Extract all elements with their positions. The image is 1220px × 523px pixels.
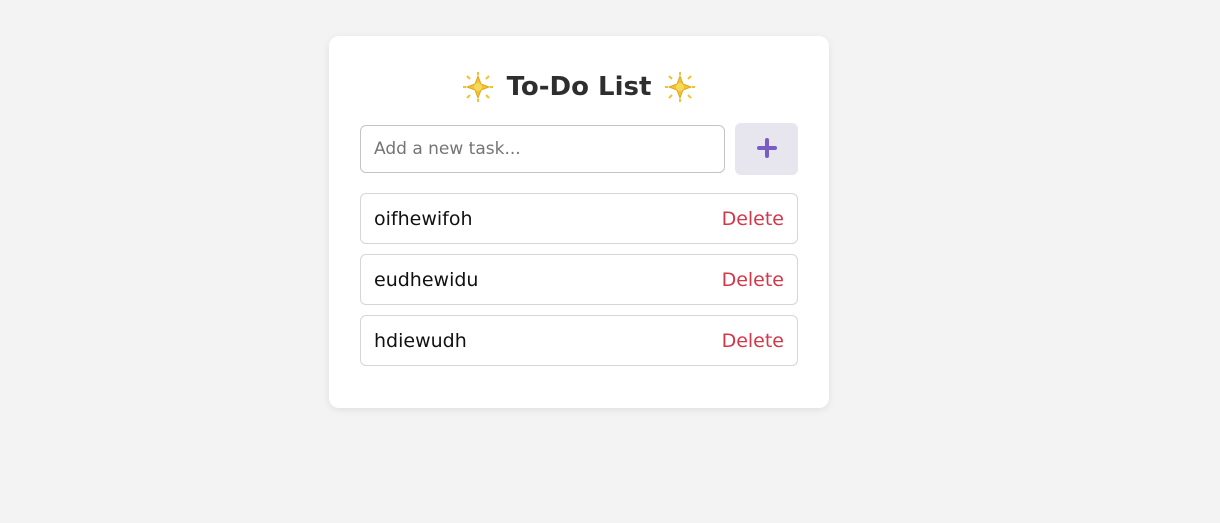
add-task-button[interactable] bbox=[735, 123, 798, 175]
page-title: To-Do List bbox=[506, 72, 652, 102]
task-text: eudhewidu bbox=[374, 268, 479, 291]
task-list: oifhewifoh Delete eudhewidu Delete hdiew… bbox=[360, 193, 798, 366]
new-task-row bbox=[360, 123, 798, 175]
list-item: oifhewifoh Delete bbox=[360, 193, 798, 244]
todo-card: To-Do List Add a new task... oifhewifoh … bbox=[329, 36, 829, 408]
task-text: hdiewudh bbox=[374, 329, 467, 352]
delete-task-button[interactable]: Delete bbox=[722, 330, 784, 352]
plus-icon bbox=[756, 137, 778, 162]
sparkle-star-icon bbox=[462, 72, 493, 102]
delete-task-button[interactable]: Delete bbox=[722, 208, 784, 230]
task-text: oifhewifoh bbox=[374, 207, 473, 230]
list-item: hdiewudh Delete bbox=[360, 315, 798, 366]
delete-task-button[interactable]: Delete bbox=[722, 269, 784, 291]
new-task-input[interactable] bbox=[360, 125, 725, 173]
sparkle-star-icon bbox=[665, 72, 696, 102]
list-item: eudhewidu Delete bbox=[360, 254, 798, 305]
